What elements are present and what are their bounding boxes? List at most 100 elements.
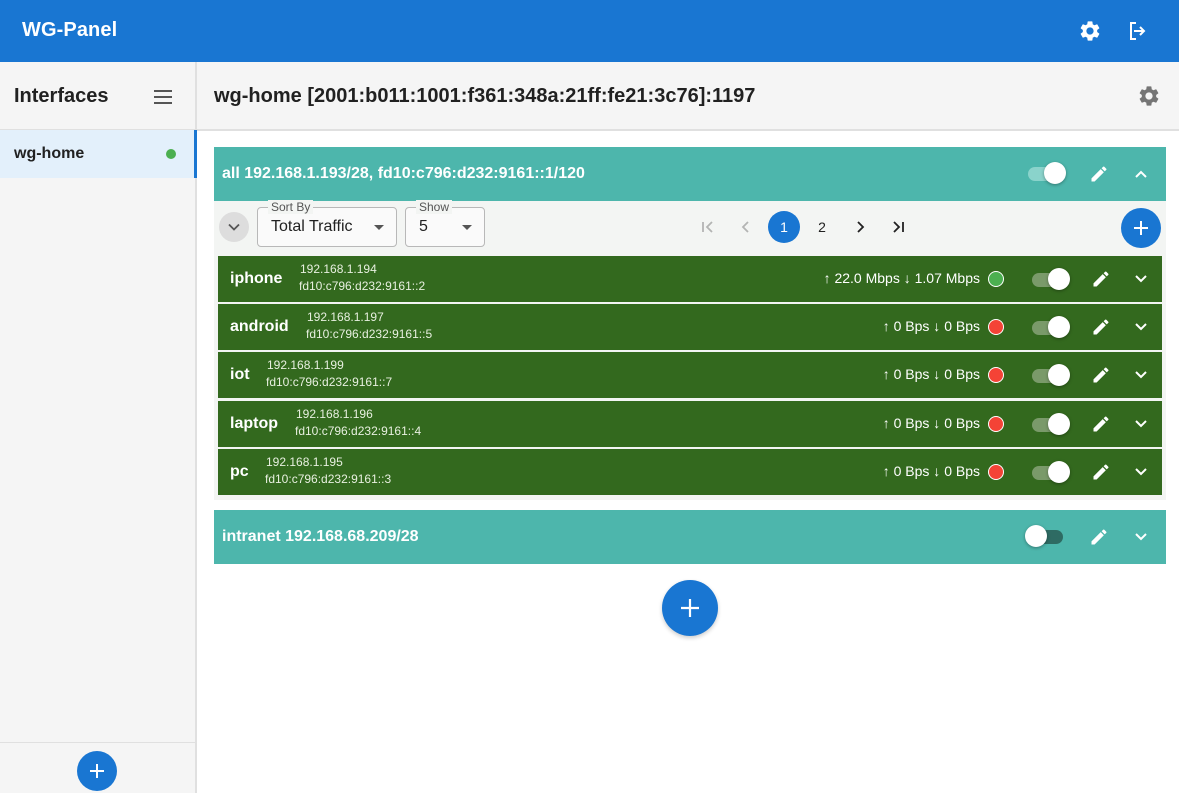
peer-status-dot <box>988 271 1004 287</box>
collapse-all-button[interactable] <box>219 212 249 242</box>
toggle-thumb <box>1048 364 1070 386</box>
peer-enable-toggle[interactable] <box>1032 413 1070 437</box>
expand-peer-button[interactable] <box>1129 363 1153 387</box>
peer-ipv6: fd10:c796:d232:9161::5 <box>306 327 433 341</box>
prev-page-button[interactable] <box>730 211 762 243</box>
pencil-icon <box>1093 367 1109 383</box>
sidebar-header: Interfaces <box>0 62 195 130</box>
logout-icon <box>1130 22 1146 40</box>
peer-enable-toggle[interactable] <box>1032 461 1070 485</box>
chevron-down-icon <box>1135 420 1147 428</box>
peer-row[interactable]: pc 192.168.1.195 fd10:c796:d232:9161::3 … <box>218 449 1162 495</box>
expand-peer-button[interactable] <box>1129 267 1153 291</box>
add-peer-button[interactable] <box>1121 208 1161 248</box>
sidebar: Interfaces wg-home <box>0 62 197 793</box>
edit-peer-button[interactable] <box>1089 267 1113 291</box>
pencil-icon <box>1093 464 1109 480</box>
plus-icon <box>1134 221 1148 235</box>
expand-peer-button[interactable] <box>1129 460 1153 484</box>
sidebar-title: Interfaces <box>14 85 109 107</box>
chevron-down-icon <box>1135 275 1147 283</box>
pencil-icon <box>1093 319 1109 335</box>
plus-icon <box>681 599 699 617</box>
pencil-icon <box>1093 271 1109 287</box>
expand-group-button[interactable] <box>1129 525 1153 549</box>
interface-header: wg-home [2001:b011:1001:f361:348a:21ff:f… <box>197 62 1179 131</box>
group-header-intranet[interactable]: intranet 192.168.68.209/28 <box>214 510 1166 564</box>
first-page-icon <box>702 221 713 233</box>
add-group-button[interactable] <box>662 580 718 636</box>
sidebar-item-label: wg-home <box>14 145 85 162</box>
group-enable-toggle[interactable] <box>1028 162 1066 186</box>
peer-name: iot <box>230 366 250 383</box>
first-page-button[interactable] <box>692 211 724 243</box>
chevron-down-icon <box>1135 371 1147 379</box>
interface-settings-button[interactable] <box>1137 84 1161 108</box>
last-page-icon <box>893 221 904 233</box>
peer-enable-toggle[interactable] <box>1032 268 1070 292</box>
peer-row[interactable]: android 192.168.1.197 fd10:c796:d232:916… <box>218 304 1162 350</box>
peer-ipv6: fd10:c796:d232:9161::4 <box>295 424 422 438</box>
settings-button[interactable] <box>1074 15 1106 47</box>
gear-icon <box>1139 86 1159 106</box>
peer-traffic: ↑ 0 Bps ↓ 0 Bps <box>882 318 980 334</box>
pencil-icon <box>1093 416 1109 432</box>
peer-ipv4: 192.168.1.194 <box>300 262 377 276</box>
peer-name: iphone <box>230 270 283 287</box>
chevron-down-icon <box>1135 468 1147 476</box>
edit-peer-button[interactable] <box>1089 460 1113 484</box>
peer-ipv4: 192.168.1.196 <box>296 407 373 421</box>
show-select[interactable]: Show 5 <box>405 200 485 247</box>
logout-button[interactable] <box>1122 15 1154 47</box>
add-interface-button[interactable] <box>77 751 117 791</box>
peer-enable-toggle[interactable] <box>1032 316 1070 340</box>
edit-peer-button[interactable] <box>1089 363 1113 387</box>
edit-peer-button[interactable] <box>1089 412 1113 436</box>
peer-enable-toggle[interactable] <box>1032 364 1070 388</box>
collapse-group-button[interactable] <box>1129 162 1153 186</box>
pencil-icon <box>1091 166 1107 182</box>
peer-ipv4: 192.168.1.197 <box>307 310 384 324</box>
plus-icon <box>90 764 104 778</box>
toggle-thumb <box>1048 461 1070 483</box>
sidebar-item-wg-home[interactable]: wg-home <box>0 130 197 178</box>
chevron-down-icon <box>1135 323 1147 331</box>
page-1-button[interactable]: 1 <box>768 211 800 243</box>
menu-icon <box>154 90 172 104</box>
app-bar: WG-Panel <box>0 0 1179 62</box>
chevron-down-icon <box>1135 533 1147 541</box>
toggle-thumb <box>1025 525 1047 547</box>
toggle-thumb <box>1048 316 1070 338</box>
gear-icon <box>1080 21 1100 41</box>
peer-row[interactable]: iphone 192.168.1.194 fd10:c796:d232:9161… <box>218 256 1162 302</box>
group-header-all[interactable]: all 192.168.1.193/28, fd10:c796:d232:916… <box>214 147 1166 201</box>
chevron-down-icon <box>228 223 240 231</box>
peer-row[interactable]: iot 192.168.1.199 fd10:c796:d232:9161::7… <box>218 352 1162 398</box>
peer-traffic: ↑ 0 Bps ↓ 0 Bps <box>882 366 980 382</box>
status-online-dot <box>166 149 176 159</box>
peer-ipv4: 192.168.1.199 <box>267 358 344 372</box>
sort-by-select[interactable]: Sort By Total Traffic <box>257 200 397 247</box>
edit-group-button[interactable] <box>1087 162 1111 186</box>
show-value: 5 <box>419 218 428 235</box>
expand-peer-button[interactable] <box>1129 315 1153 339</box>
chevron-right-icon <box>857 221 865 233</box>
menu-button[interactable] <box>150 84 176 110</box>
chevron-left-icon <box>741 221 749 233</box>
dropdown-arrow-icon <box>462 225 472 230</box>
peer-row[interactable]: laptop 192.168.1.196 fd10:c796:d232:9161… <box>218 401 1162 447</box>
expand-peer-button[interactable] <box>1129 412 1153 436</box>
peer-status-dot <box>988 367 1004 383</box>
group-title: all 192.168.1.193/28, fd10:c796:d232:916… <box>222 165 585 182</box>
peer-status-dot <box>988 319 1004 335</box>
interface-title: wg-home [2001:b011:1001:f361:348a:21ff:f… <box>214 85 756 107</box>
edit-group-button[interactable] <box>1087 525 1111 549</box>
peer-list-panel: Sort By Total Traffic Show 5 1 2 iphone … <box>214 200 1166 500</box>
edit-peer-button[interactable] <box>1089 315 1113 339</box>
group-enable-toggle[interactable] <box>1025 525 1065 549</box>
last-page-button[interactable] <box>882 211 914 243</box>
peer-name: android <box>230 318 289 335</box>
next-page-button[interactable] <box>844 211 876 243</box>
page-2-button[interactable]: 2 <box>806 211 838 243</box>
group-title: intranet 192.168.68.209/28 <box>222 528 419 545</box>
